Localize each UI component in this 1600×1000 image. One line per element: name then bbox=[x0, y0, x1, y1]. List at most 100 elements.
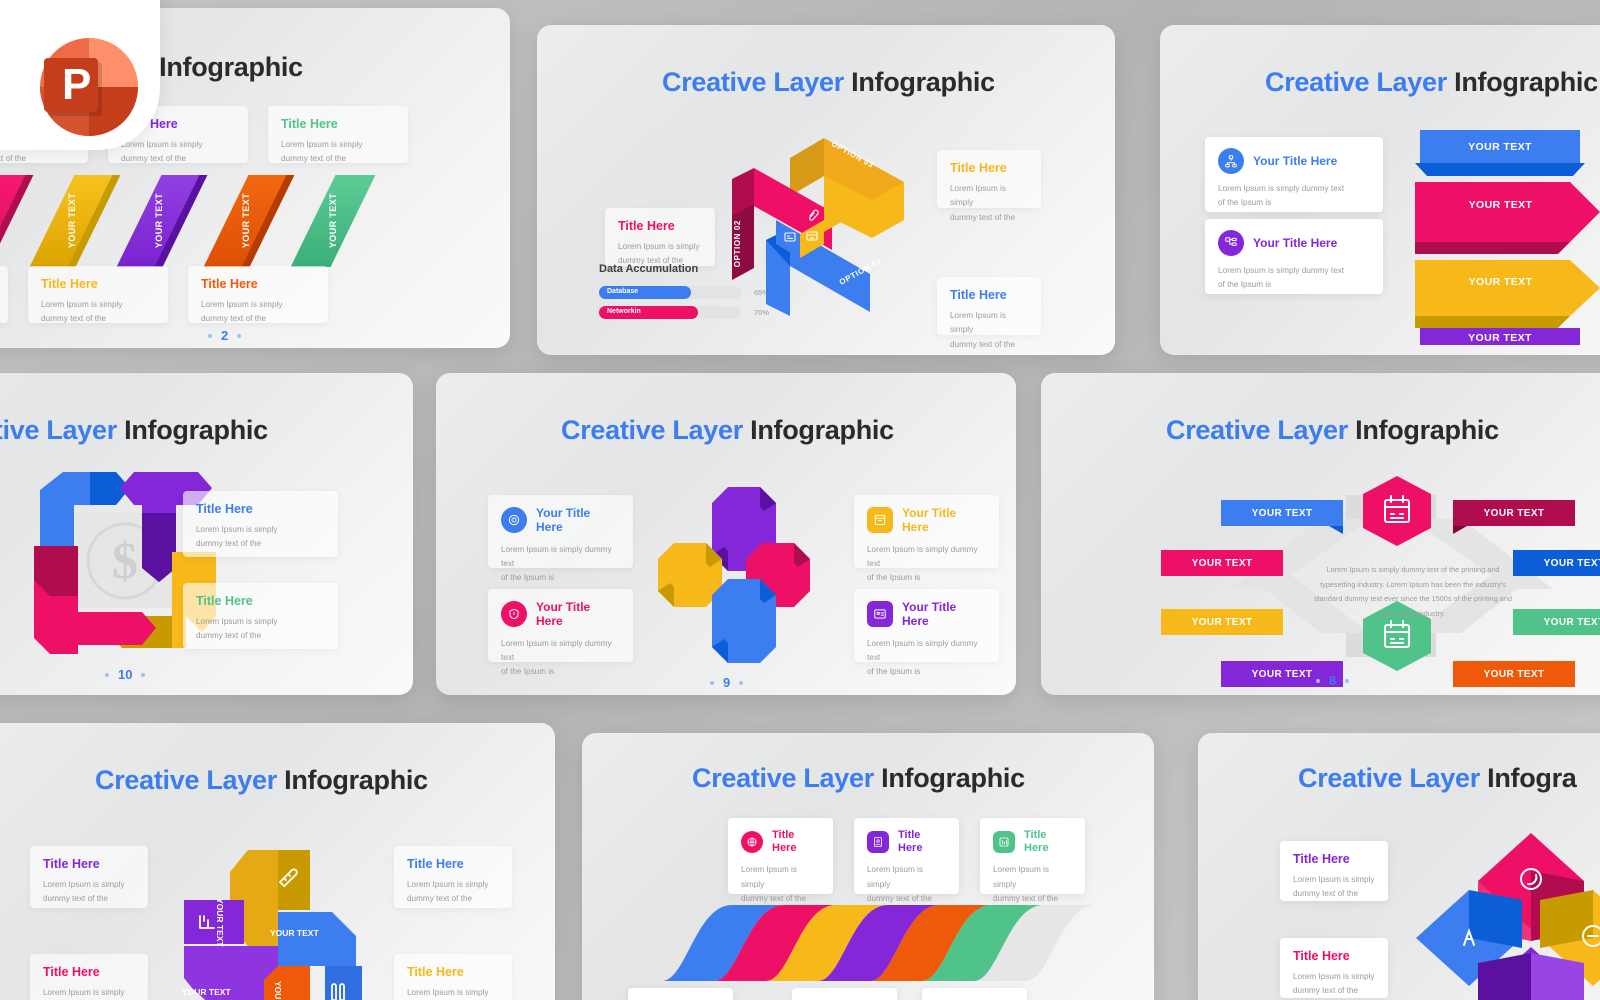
slide-thumbnail-8[interactable]: Creative Layer Infographic YOUR TEXT YOU… bbox=[1041, 373, 1600, 695]
ribbon-mid-left-1[interactable]: YOUR TEXT bbox=[1161, 550, 1283, 576]
slide-pager[interactable]: 8 bbox=[1316, 673, 1350, 688]
slide-thumbnail-5[interactable]: Creative Layer Infographic Your Title He… bbox=[1160, 25, 1600, 355]
globe-icon bbox=[741, 831, 763, 854]
ribbon-label: YOUR TEXT bbox=[154, 193, 165, 249]
ribbon-mid-right-2[interactable]: YOUR TEXT bbox=[1513, 609, 1600, 635]
slide-thumbnail-bottom-left[interactable]: Creative Layer Infographic Title Here Lo… bbox=[0, 723, 555, 1000]
slide-thumbnail-10[interactable]: Creative Layer Infographic $ Title Here … bbox=[0, 373, 413, 695]
page-title: Creative Layer Infographic bbox=[95, 765, 428, 795]
bar-label: Database bbox=[607, 288, 639, 295]
info-card[interactable]: Title Here Lorem Ipsum is simplydummy te… bbox=[1280, 938, 1388, 998]
info-card[interactable]: Title Here Lorem Ipsum is simplydummy te… bbox=[937, 277, 1041, 349]
info-card[interactable]: Title Here Lorem Ipsum is simplydummy te… bbox=[183, 583, 338, 649]
slide-thumbnail-9[interactable]: Creative Layer Infographic Your Title He… bbox=[436, 373, 1016, 695]
info-card[interactable]: Title Here Lorem Ipsum is simplydummy te… bbox=[1280, 841, 1388, 901]
powerpoint-logo-overlay: P bbox=[0, 0, 160, 150]
info-card[interactable]: Your Title Here Lorem Ipsum is simply du… bbox=[1205, 219, 1383, 294]
ribbon-top-left[interactable]: YOUR TEXT bbox=[1221, 500, 1343, 526]
info-card[interactable]: Title Here Lorem Ipsum is simplydummy te… bbox=[728, 818, 833, 917]
pager-number: 5 bbox=[1428, 353, 1435, 355]
card-body: Lorem Ipsum is simplydummy text of the bbox=[43, 988, 125, 997]
card-header: Your Title Here bbox=[867, 600, 986, 629]
card-title: Title Here bbox=[43, 965, 100, 979]
slide-pager[interactable]: 3 bbox=[810, 353, 843, 355]
info-card[interactable]: Title Here bbox=[628, 988, 733, 1000]
slide-pager[interactable]: 2 bbox=[208, 328, 242, 343]
info-card[interactable]: Title Here Lorem Ipsum is simplydummy te… bbox=[188, 266, 328, 323]
card-title: Title Here bbox=[196, 502, 253, 516]
slide-pager[interactable]: 10 bbox=[105, 667, 146, 682]
slide-pager[interactable]: 9 bbox=[710, 675, 744, 690]
pager-number: 2 bbox=[221, 328, 229, 343]
archive-icon bbox=[867, 507, 893, 534]
card-body: Lorem Ipsum is simplydummy text of the bbox=[950, 184, 1016, 222]
card-title: Title Here bbox=[950, 288, 1007, 302]
pager-number: 9 bbox=[723, 675, 731, 690]
slide-pager[interactable]: 5 bbox=[1415, 353, 1448, 355]
info-card[interactable]: Title Here Lorem Ipsum is simplydummy te… bbox=[980, 818, 1085, 917]
page-title: Creative Layer Infographic bbox=[0, 415, 268, 445]
info-card[interactable]: Your Title Here Lorem Ipsum is simply du… bbox=[1205, 137, 1383, 212]
ribbon-label: YOUR TEXT bbox=[241, 193, 252, 249]
card-title: Title Here bbox=[41, 277, 98, 291]
info-card[interactable]: Title Here Lorem Ipsum is simplydummy te… bbox=[30, 954, 148, 1000]
card-body: Lorem Ipsum is simplydummy text of the bbox=[281, 140, 363, 164]
card-title: Title Here bbox=[1293, 852, 1350, 866]
funnel-label-1: YOUR TEXT bbox=[1468, 141, 1532, 153]
slide-thumbnail-bottom-right[interactable]: Creative Layer Infogra Title Here Lorem … bbox=[1198, 733, 1600, 1000]
info-card[interactable]: Title Here Lorem Ipsum is simplydummy te… bbox=[0, 266, 8, 323]
info-card[interactable]: Title Here Lorem Ipsum is simplydummy te… bbox=[30, 846, 148, 908]
card-title: Your Title Here bbox=[1253, 235, 1338, 250]
funnel-label-4: YOUR TEXT bbox=[1468, 332, 1532, 344]
wave-ribbon-graphic bbox=[610, 905, 1096, 981]
card-title: Title Here bbox=[407, 965, 464, 979]
ribbon-mid-right-1[interactable]: YOUR TEXT bbox=[1513, 550, 1600, 576]
ribbon-bar[interactable]: YOUR TEXT bbox=[203, 175, 289, 267]
info-card[interactable]: Title Here Lorem Ipsum is simplydummy te… bbox=[394, 954, 512, 1000]
info-card[interactable]: Title Here bbox=[792, 988, 897, 1000]
card-header: Your Title Here bbox=[501, 506, 620, 535]
info-card[interactable]: Title Here Lorem Ipsum is simplydummy te… bbox=[394, 846, 512, 908]
ribbon-bar[interactable]: YOUR TEXT bbox=[116, 175, 202, 267]
slide-thumbnail-3[interactable]: Creative Layer Infographic Title Here Lo… bbox=[537, 25, 1115, 355]
ribbon-bottom-right[interactable]: YOUR TEXT bbox=[1453, 661, 1575, 687]
card-header: Your Title Here bbox=[867, 506, 986, 535]
ribbon-label: YOUR TEXT bbox=[1483, 668, 1545, 680]
info-card[interactable]: Your Title Here Lorem Ipsum is simply du… bbox=[488, 589, 633, 676]
card-title: Title Here bbox=[201, 277, 258, 291]
pager-number: 3 bbox=[823, 353, 830, 355]
ribbon-mid-left-2[interactable]: YOUR TEXT bbox=[1161, 609, 1283, 635]
info-card[interactable]: Title Here Lorem Ipsum is simplydummy te… bbox=[183, 491, 338, 557]
center-paragraph: Lorem Ipsum is simply dummy text of the … bbox=[1314, 565, 1512, 618]
page-title: Creative Layer Infographic bbox=[692, 763, 1025, 793]
card-title: Title Here bbox=[950, 161, 1007, 175]
blade-label-3: YOUR TEXT bbox=[182, 987, 231, 997]
funnel-layers-graphic bbox=[1415, 130, 1600, 345]
info-card[interactable]: Title Here Lorem Ipsum is simplydummy te… bbox=[605, 208, 715, 266]
info-card[interactable]: Title Here Lorem Ipsum is simplydummy te… bbox=[28, 266, 168, 323]
info-card[interactable]: Title Here bbox=[922, 988, 1027, 1000]
info-card[interactable]: Your Title Here Lorem Ipsum is simply du… bbox=[854, 589, 999, 676]
blade-label-2: YOUR TEXT bbox=[270, 928, 319, 938]
info-card[interactable]: Title Here Lorem Ipsum is simplydummy te… bbox=[854, 818, 959, 917]
info-card[interactable]: Your Title Here Lorem Ipsum is simply du… bbox=[488, 495, 633, 582]
chart-icon bbox=[993, 831, 1015, 854]
card-body: Lorem Ipsum is simplydummy text of the bbox=[121, 140, 203, 164]
ribbon-top-right[interactable]: YOUR TEXT bbox=[1453, 500, 1575, 526]
ribbon-label: YOUR TEXT bbox=[1191, 616, 1253, 628]
info-card[interactable]: Title Here Lorem Ipsum is simplydummy te… bbox=[937, 150, 1041, 222]
card-body: Lorem Ipsum is simplydummy text of the bbox=[196, 525, 278, 549]
info-card[interactable]: Title Here Lorem Ipsum is simplydummy te… bbox=[268, 106, 408, 163]
card-body: Lorem Ipsum is simplydummy text of the bbox=[41, 300, 123, 324]
card-body: Lorem Ipsum is simplydummy text of the bbox=[201, 300, 283, 324]
pager-dot-right bbox=[141, 672, 146, 677]
info-card[interactable]: Your Title Here Lorem Ipsum is simply du… bbox=[854, 495, 999, 582]
screen-background: Creative Layer Infographic Title Here Lo… bbox=[0, 0, 1600, 1000]
ribbon-label: YOUR TEXT bbox=[1543, 557, 1600, 569]
badge-icon bbox=[867, 831, 889, 854]
slide-thumbnail-bottom-center[interactable]: Creative Layer Infographic Title Here Lo… bbox=[582, 733, 1154, 1000]
card-body: Lorem Ipsum is simply dummy text of the I… bbox=[1218, 266, 1345, 290]
ribbon-bar[interactable]: YOUR TEXT bbox=[290, 175, 376, 267]
ribbon-bar[interactable]: YOUR TEXT bbox=[29, 175, 115, 267]
card-title: Title Here bbox=[898, 829, 923, 855]
